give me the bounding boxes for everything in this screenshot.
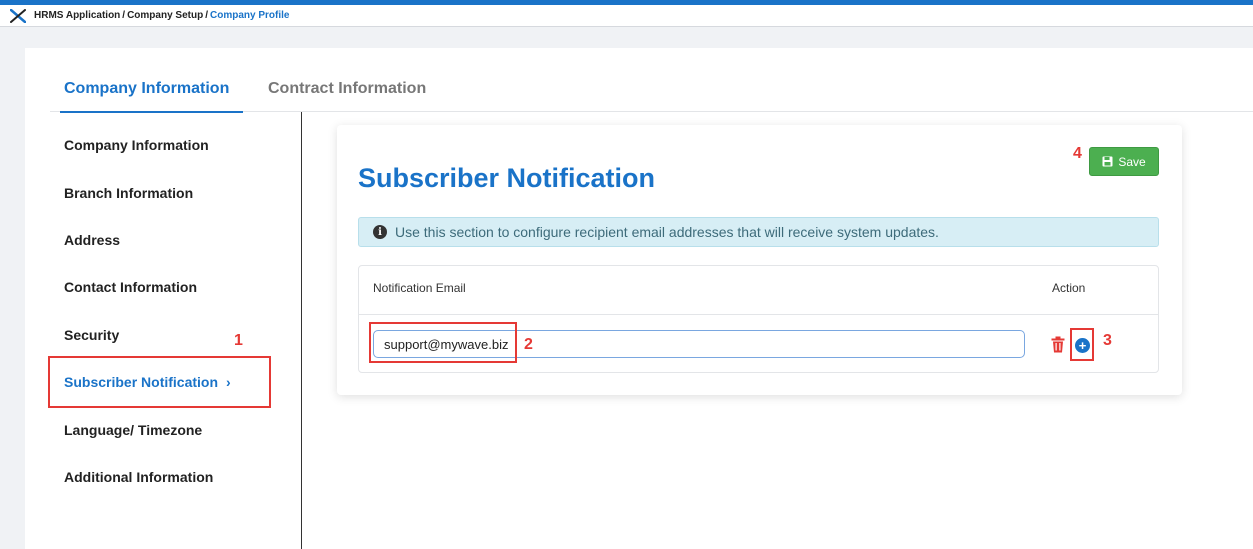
app-logo-icon: [10, 8, 26, 23]
table-header: Notification Email Action: [359, 266, 1158, 315]
info-alert-text: Use this section to configure recipient …: [395, 224, 939, 240]
sidebar-item-subscriber-notification[interactable]: Subscriber Notification ›: [64, 374, 231, 390]
sidebar-item-address[interactable]: Address: [64, 232, 120, 248]
sidebar-item-contact-information[interactable]: Contact Information: [64, 279, 197, 295]
sidebar-item-label: Subscriber Notification: [64, 374, 219, 390]
column-header-email: Notification Email: [373, 281, 466, 295]
notification-email-input[interactable]: [373, 330, 1025, 358]
column-header-action: Action: [1052, 281, 1086, 295]
plus-circle-icon[interactable]: +: [1075, 338, 1090, 353]
panel-title: Subscriber Notification: [358, 163, 656, 193]
subscriber-notification-panel: Subscriber Notification Save i Use this …: [337, 125, 1182, 395]
sidebar: Company Information Branch Information A…: [25, 112, 302, 549]
breadcrumb-app[interactable]: HRMS Application: [34, 10, 120, 21]
sidebar-item-security[interactable]: Security: [64, 327, 119, 343]
annotation-number-4: 4: [1073, 145, 1082, 162]
annotation-number-1: 1: [234, 332, 243, 349]
sidebar-item-additional-information[interactable]: Additional Information: [64, 469, 213, 485]
tab-company-information[interactable]: Company Information: [59, 80, 244, 113]
breadcrumb: HRMS Application / Company Setup / Compa…: [0, 5, 1253, 27]
sidebar-item-language-timezone[interactable]: Language/ Timezone: [64, 422, 202, 438]
tab-contract-information[interactable]: Contract Information: [268, 80, 426, 98]
main-content: Company Information Contract Information…: [25, 48, 1253, 549]
annotation-number-2: 2: [524, 336, 533, 353]
breadcrumb-section[interactable]: Company Setup: [127, 10, 203, 21]
save-button-label: Save: [1118, 154, 1146, 169]
trash-icon[interactable]: [1051, 336, 1065, 353]
tab-bar: Company Information Contract Information: [50, 76, 1253, 113]
breadcrumb-current: Company Profile: [209, 10, 290, 21]
info-icon: i: [373, 225, 387, 239]
annotation-number-3: 3: [1103, 332, 1112, 349]
info-alert: i Use this section to configure recipien…: [358, 217, 1159, 247]
chevron-right-icon: ›: [226, 374, 231, 390]
save-button[interactable]: Save: [1089, 147, 1159, 176]
sidebar-item-company-information[interactable]: Company Information: [64, 137, 209, 153]
floppy-disk-icon: [1102, 156, 1113, 167]
notification-email-table: Notification Email Action +: [358, 265, 1159, 373]
sidebar-item-branch-information[interactable]: Branch Information: [64, 185, 193, 201]
